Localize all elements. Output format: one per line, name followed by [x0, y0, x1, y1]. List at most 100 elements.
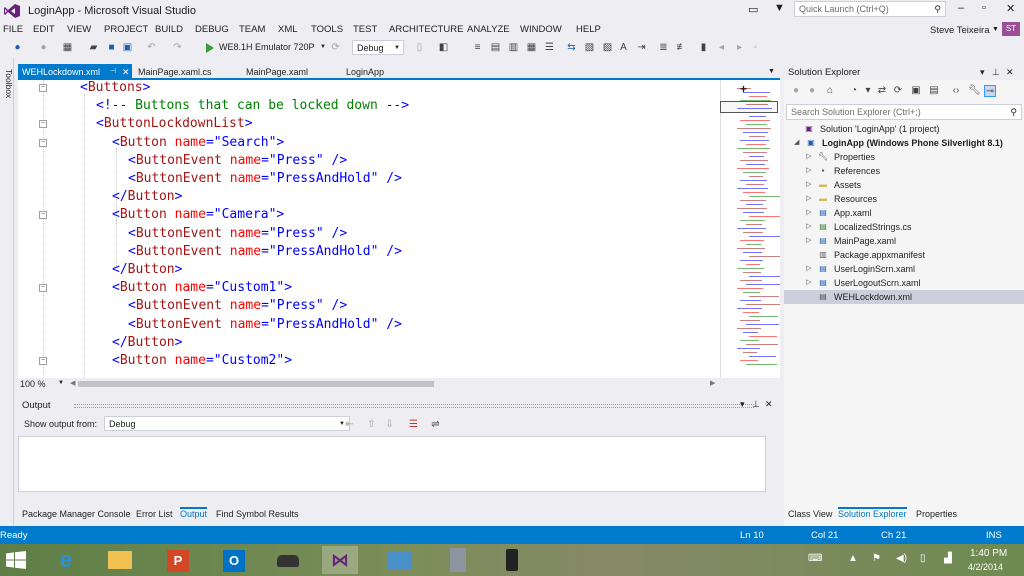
navigate-icon[interactable]: ⇆	[566, 42, 577, 53]
collapsed-arrow-icon[interactable]: ▷	[806, 262, 811, 276]
table-icon[interactable]: ▦	[526, 42, 537, 53]
save-all-icon[interactable]: ▣	[122, 42, 133, 53]
redo-icon[interactable]: ↷	[172, 42, 183, 53]
code-line[interactable]: <Button name="Camera">	[18, 206, 720, 224]
notification-flag-icon[interactable]: ▭	[748, 3, 762, 16]
tree-item[interactable]: ▥ Package.appxmanifest	[784, 248, 1024, 262]
code-line[interactable]: <ButtonEvent name="PressAndHold" />	[18, 243, 720, 261]
quick-launch-input[interactable]: Quick Launch (Ctrl+Q) ⚲	[794, 1, 946, 17]
code-line[interactable]: <ButtonEvent name="Press" />	[18, 225, 720, 243]
chevron-down-icon[interactable]: ▼	[992, 26, 999, 33]
clear-bookmarks-icon[interactable]: ◦	[750, 42, 761, 53]
menu-tools[interactable]: TOOLS	[311, 24, 343, 35]
document-icon[interactable]: ▤	[490, 42, 501, 53]
output-vertical-scrollbar[interactable]	[766, 436, 778, 492]
solution-explorer-search[interactable]: Search Solution Explorer (Ctrl+;) ⚲	[786, 104, 1022, 120]
tab-error-list[interactable]: Error List	[136, 509, 173, 519]
remote-desktop-icon[interactable]	[382, 546, 418, 574]
xml-schema-icon[interactable]: ▧	[584, 42, 595, 53]
menu-debug[interactable]: DEBUG	[195, 24, 229, 35]
fold-toggle-icon[interactable]: −	[39, 120, 47, 129]
code-line[interactable]: <Button name="Search">	[18, 134, 720, 152]
menu-edit[interactable]: EDIT	[33, 24, 55, 35]
menu-view[interactable]: VIEW	[67, 24, 91, 35]
code-line[interactable]: </Button>	[18, 188, 720, 206]
next-bookmark-icon[interactable]: ▸	[734, 42, 745, 53]
preview-selected-items-icon[interactable]: ⊸	[984, 85, 996, 97]
tab-output[interactable]: Output	[180, 507, 208, 519]
chevron-up-icon[interactable]: ▲	[848, 553, 858, 564]
bookmark-icon[interactable]: ▮	[698, 42, 709, 53]
code-line[interactable]: <Buttons>	[18, 80, 720, 97]
indent-icon[interactable]: ⇥	[636, 42, 647, 53]
format-icon[interactable]: ▨	[602, 42, 613, 53]
code-line[interactable]: <Button name="Custom2">	[18, 352, 720, 370]
menu-help[interactable]: HELP	[576, 24, 601, 35]
tree-item[interactable]: ▷ ▤ UserLogoutScrn.xaml	[784, 276, 1024, 290]
code-line[interactable]: <Button name="Custom1">	[18, 279, 720, 297]
scrollbar-thumb[interactable]	[78, 381, 434, 387]
chevron-down-icon[interactable]: ▼	[768, 68, 775, 75]
tree-item[interactable]: ◢ ▣ LoginApp (Windows Phone Silverlight 8.…	[784, 136, 1024, 150]
show-all-files-icon[interactable]: ▤	[928, 85, 940, 97]
pane-grip[interactable]	[74, 404, 754, 408]
tree-item[interactable]: ▷ ▤ LocalizedStrings.cs	[784, 220, 1024, 234]
tree-item[interactable]: ▷ ▤ MainPage.xaml	[784, 234, 1024, 248]
collapse-all-icon[interactable]: ▣	[910, 85, 922, 97]
menu-test[interactable]: TEST	[353, 24, 377, 35]
menu-xml[interactable]: XML	[278, 24, 298, 35]
network-icon[interactable]: ▟	[944, 553, 952, 564]
close-icon[interactable]: ✕	[122, 64, 130, 80]
powerpoint-icon[interactable]: P	[160, 546, 196, 574]
fold-toggle-icon[interactable]: −	[39, 84, 47, 92]
collapsed-arrow-icon[interactable]: ▷	[806, 220, 811, 234]
tree-item[interactable]: ▷ ▤ UserLoginScrn.xaml	[784, 262, 1024, 276]
code-line[interactable]: <ButtonEvent name="PressAndHold" />	[18, 316, 720, 334]
find-icon[interactable]: ▯	[414, 42, 425, 53]
back-icon[interactable]: ●	[12, 42, 23, 53]
user-name[interactable]: Steve Teixeira	[930, 25, 990, 36]
fold-toggle-icon[interactable]: −	[39, 357, 47, 365]
pin-icon[interactable]: ⊣	[110, 64, 116, 80]
configuration-dropdown[interactable]: Debug ▼	[352, 40, 404, 55]
word-wrap-icon[interactable]: ⇌	[430, 419, 441, 430]
new-project-icon[interactable]: ▦	[62, 42, 73, 53]
pin-icon[interactable]: ⊥	[992, 67, 1000, 78]
text-icon[interactable]: A	[618, 42, 629, 53]
code-line[interactable]: </Button>	[18, 261, 720, 279]
code-line[interactable]: </Button>	[18, 334, 720, 352]
clear-all-icon[interactable]: ☰	[408, 419, 419, 430]
server-icon[interactable]	[440, 546, 476, 574]
code-editor[interactable]: I <Buttons>−<!-- Buttons that can be loc…	[18, 80, 720, 378]
keyboard-icon[interactable]: ⌨	[808, 553, 822, 564]
forward-icon[interactable]: ●	[38, 42, 49, 53]
menu-team[interactable]: TEAM	[239, 24, 265, 35]
visual-studio-taskbar-icon[interactable]: ⋈	[322, 546, 358, 574]
zoom-level[interactable]: 100 %	[20, 379, 46, 389]
collapsed-arrow-icon[interactable]: ▷	[806, 192, 811, 206]
close-icon[interactable]: ✕	[1006, 2, 1015, 15]
collapsed-arrow-icon[interactable]: ▷	[806, 276, 811, 290]
sync-icon[interactable]: ⇄	[876, 85, 888, 97]
pin-icon[interactable]: ⊥	[752, 399, 760, 410]
code-line[interactable]: <ButtonLockdownList>	[18, 115, 720, 133]
clock-date[interactable]: 4/2/2014	[968, 562, 1003, 572]
code-line[interactable]: <ButtonEvent name="Press" />	[18, 297, 720, 315]
chevron-down-icon[interactable]: ▾	[862, 85, 874, 97]
properties-icon[interactable]: 🔧︎	[968, 85, 981, 97]
tree-item[interactable]: ▷ ▪ References	[784, 164, 1024, 178]
minimize-icon[interactable]: –	[958, 2, 964, 14]
menu-project[interactable]: PROJECT	[104, 24, 148, 35]
collapsed-arrow-icon[interactable]: ▷	[806, 234, 811, 248]
expanded-arrow-icon[interactable]: ◢	[794, 136, 799, 150]
prev-bookmark-icon[interactable]: ◂	[716, 42, 727, 53]
fold-toggle-icon[interactable]: −	[39, 211, 47, 220]
avatar[interactable]: ST	[1002, 22, 1020, 36]
comment-out-icon[interactable]: ≣	[658, 42, 669, 53]
tab-package-manager-console[interactable]: Package Manager Console	[22, 509, 131, 519]
previous-message-icon[interactable]: ⇧	[366, 419, 377, 430]
tree-item[interactable]: ▷ ▬ Assets	[784, 178, 1024, 192]
view-code-icon[interactable]: ‹›	[950, 85, 962, 97]
code-line[interactable]: <ButtonEvent name="Press" />	[18, 152, 720, 170]
collapsed-arrow-icon[interactable]: ▷	[806, 164, 811, 178]
